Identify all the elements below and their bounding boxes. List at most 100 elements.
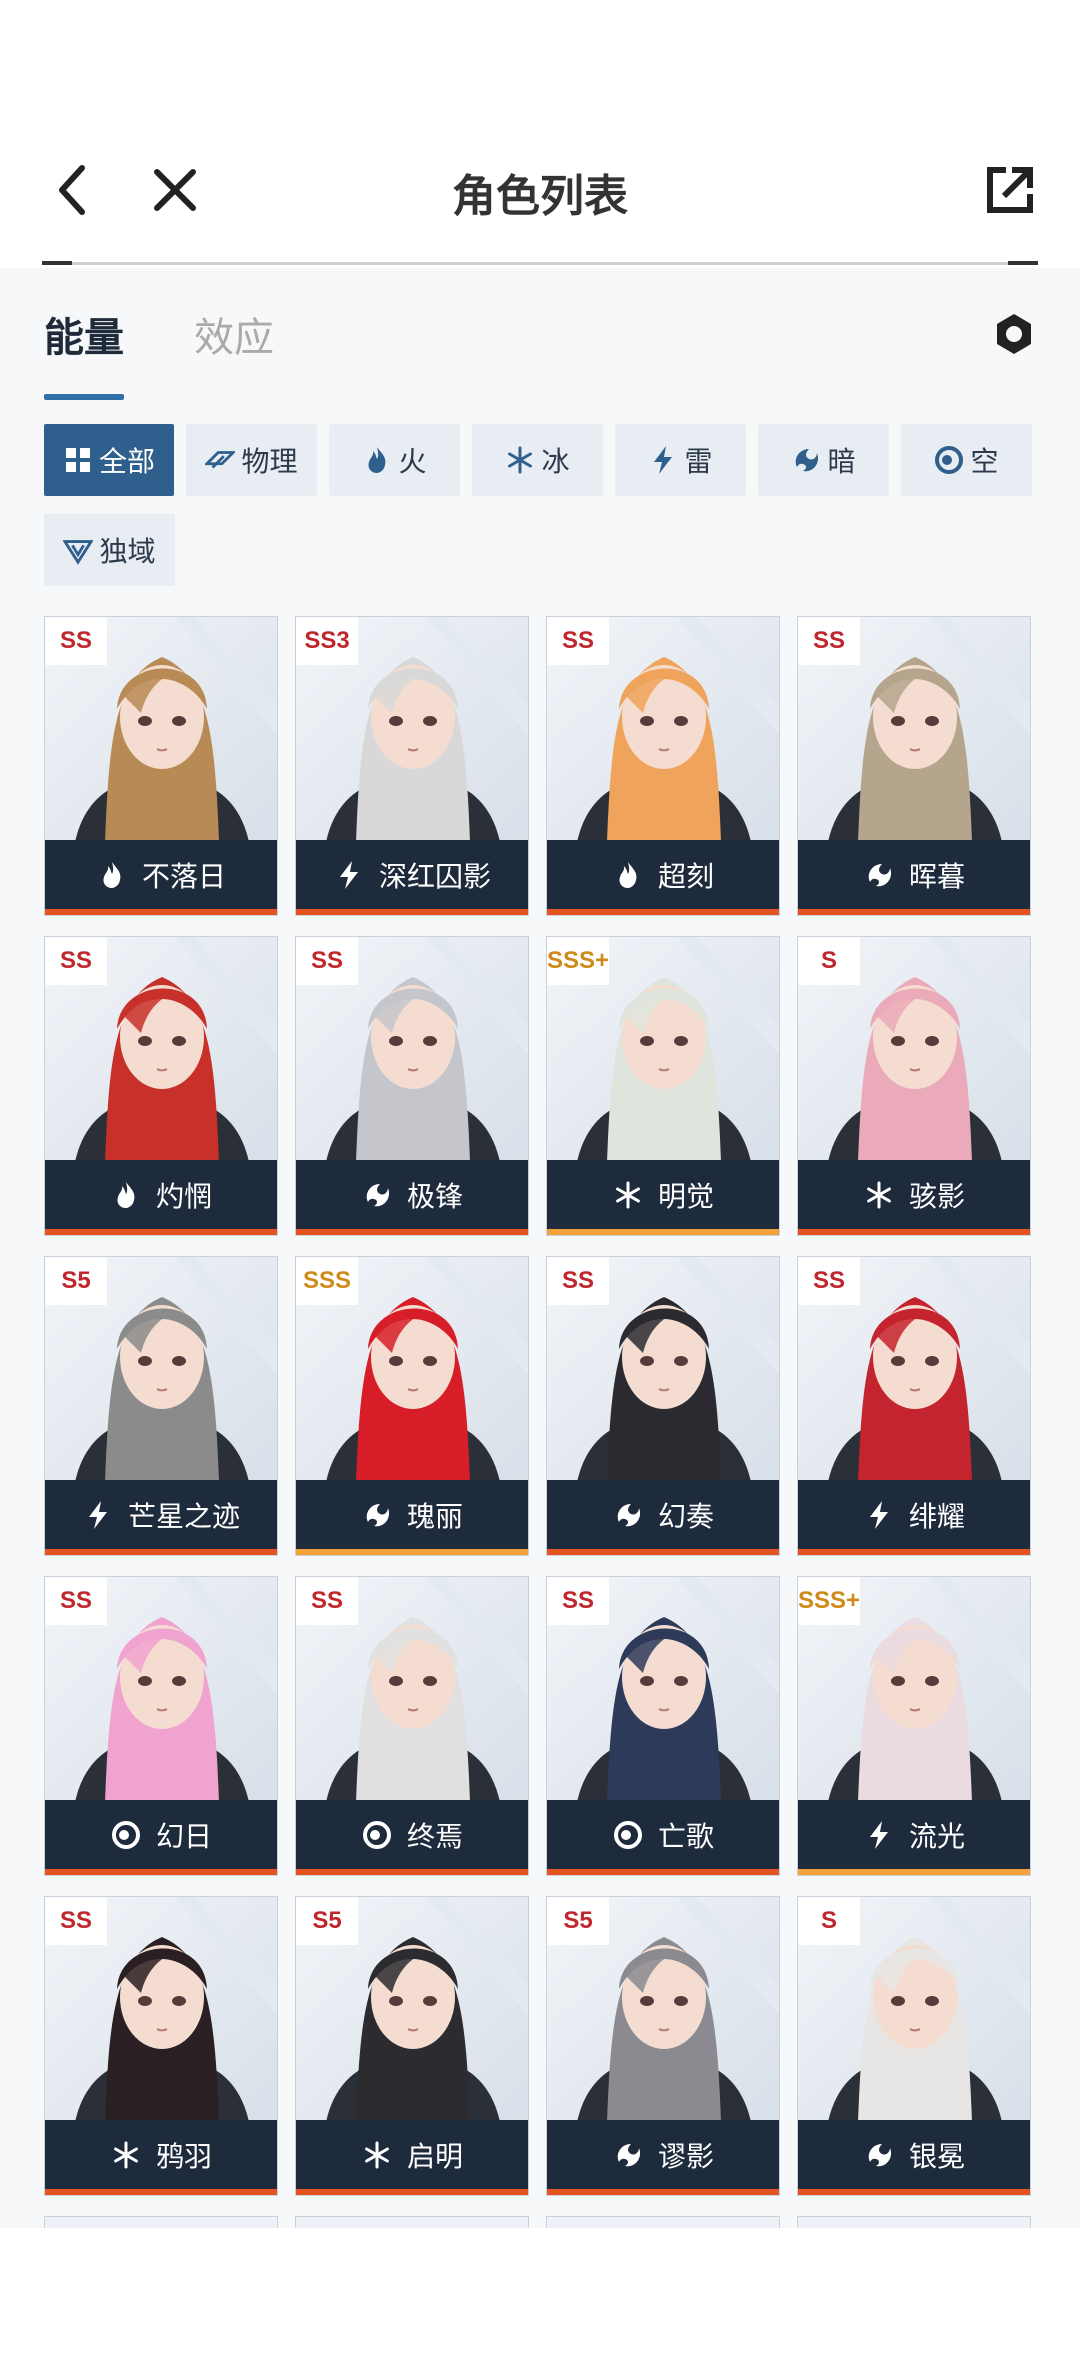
physical-icon bbox=[205, 445, 236, 475]
character-card[interactable]: SSS+ 明觉 bbox=[546, 936, 780, 1236]
hexagon-settings-icon bbox=[997, 314, 1031, 354]
next-row-peek bbox=[44, 2216, 1036, 2228]
tab-effect[interactable]: 效应 bbox=[194, 308, 274, 388]
rarity-bar bbox=[45, 909, 277, 915]
filter-label: 冰 bbox=[541, 445, 570, 478]
filter-chip-7[interactable]: 独域 bbox=[44, 514, 175, 586]
dark-icon bbox=[361, 1499, 393, 1531]
character-card[interactable]: SS3 深红囚影 bbox=[295, 616, 529, 916]
domain-icon bbox=[63, 535, 94, 565]
character-name: 终焉 bbox=[406, 1819, 463, 1853]
fire-icon bbox=[612, 859, 644, 891]
dark-icon bbox=[612, 1499, 644, 1531]
rarity-bar bbox=[547, 909, 779, 915]
character-card[interactable]: S5 启明 bbox=[295, 1896, 529, 2196]
character-name: 深红囚影 bbox=[378, 859, 491, 893]
character-name: 幻奏 bbox=[657, 1499, 714, 1533]
character-name: 晖暮 bbox=[908, 859, 965, 893]
header-divider bbox=[42, 261, 1038, 265]
name-plate: 幻日 bbox=[45, 1800, 277, 1869]
ice-icon bbox=[110, 2139, 142, 2171]
name-plate: 亡歌 bbox=[547, 1800, 779, 1869]
void-icon bbox=[934, 445, 964, 475]
element-filter-bar: 全部 物理 火 冰 雷 暗 空独域 bbox=[44, 424, 1036, 586]
rank-badge: SS bbox=[45, 1897, 107, 1945]
character-card[interactable]: SS 绯耀 bbox=[797, 1256, 1031, 1556]
thunder-icon bbox=[648, 445, 678, 475]
filter-label: 暗 bbox=[827, 445, 856, 478]
character-grid: SS 不落日 SS3 深红囚影 SS 超刻 SS 晖暮 SS 灼惘 SS 极锋 … bbox=[44, 616, 1036, 2196]
rank-badge: S5 bbox=[547, 1897, 609, 1945]
character-card[interactable]: SS 终焉 bbox=[295, 1576, 529, 1876]
name-plate: 启明 bbox=[296, 2120, 528, 2189]
rank-badge: S bbox=[798, 1897, 860, 1945]
filter-label: 雷 bbox=[684, 445, 713, 478]
name-plate: 芒星之迹 bbox=[45, 1480, 277, 1549]
ice-icon bbox=[361, 2139, 393, 2171]
thunder-icon bbox=[863, 1499, 895, 1531]
character-card[interactable]: SS 鸦羽 bbox=[44, 1896, 278, 2196]
character-card[interactable]: SS 灼惘 bbox=[44, 936, 278, 1236]
name-plate: 幻奏 bbox=[547, 1480, 779, 1549]
character-card[interactable]: SS 亡歌 bbox=[546, 1576, 780, 1876]
rank-badge: S5 bbox=[45, 1257, 107, 1305]
rarity-bar bbox=[798, 1869, 1030, 1875]
filter-chip-2[interactable]: 火 bbox=[329, 424, 460, 496]
share-button[interactable] bbox=[970, 150, 1050, 230]
dark-icon bbox=[361, 1179, 393, 1211]
void-icon bbox=[110, 1819, 142, 1851]
filter-chip-3[interactable]: 冰 bbox=[472, 424, 603, 496]
rarity-bar bbox=[547, 2189, 779, 2195]
top-bar: 角色列表 bbox=[0, 130, 1080, 265]
name-plate: 鸦羽 bbox=[45, 2120, 277, 2189]
external-link-icon bbox=[987, 167, 1033, 213]
character-card[interactable]: SSS+ 流光 bbox=[797, 1576, 1031, 1876]
character-card[interactable]: S 骇影 bbox=[797, 936, 1031, 1236]
grid-icon bbox=[63, 445, 93, 475]
rarity-bar bbox=[798, 2189, 1030, 2195]
rank-badge: SSS bbox=[296, 1257, 358, 1305]
character-card[interactable]: SS 超刻 bbox=[546, 616, 780, 916]
thunder-icon bbox=[82, 1499, 114, 1531]
character-card[interactable]: SS 极锋 bbox=[295, 936, 529, 1236]
thunder-icon bbox=[863, 1819, 895, 1851]
tab-energy[interactable]: 能量 bbox=[44, 308, 124, 400]
character-name: 绯耀 bbox=[908, 1499, 965, 1533]
character-card[interactable]: SS 晖暮 bbox=[797, 616, 1031, 916]
character-name: 超刻 bbox=[657, 859, 714, 893]
rarity-bar bbox=[45, 1549, 277, 1555]
character-card[interactable]: SS 幻奏 bbox=[546, 1256, 780, 1556]
rank-badge: SS bbox=[296, 1577, 358, 1625]
content-panel: 能量 效应 全部 物理火 冰 雷 暗 空独域 SS 不落日 SS3 深红囚影 SS 超刻… bbox=[0, 268, 1080, 2228]
filter-chip-6[interactable]: 空 bbox=[901, 424, 1032, 496]
character-name: 谬影 bbox=[657, 2139, 714, 2173]
card-peek bbox=[44, 2216, 278, 2228]
rarity-bar bbox=[45, 2189, 277, 2195]
character-name: 灼惘 bbox=[155, 1179, 212, 1213]
rank-badge: SS bbox=[547, 1577, 609, 1625]
filter-chip-5[interactable]: 暗 bbox=[758, 424, 889, 496]
character-card[interactable]: SSS 瑰丽 bbox=[295, 1256, 529, 1556]
rank-badge: S5 bbox=[296, 1897, 358, 1945]
character-card[interactable]: S 银冕 bbox=[797, 1896, 1031, 2196]
name-plate: 绯耀 bbox=[798, 1480, 1030, 1549]
character-name: 鸦羽 bbox=[155, 2139, 212, 2173]
rank-badge: SS bbox=[45, 937, 107, 985]
character-card[interactable]: SS 不落日 bbox=[44, 616, 278, 916]
name-plate: 银冕 bbox=[798, 2120, 1030, 2189]
character-card[interactable]: S5 谬影 bbox=[546, 1896, 780, 2196]
name-plate: 晖暮 bbox=[798, 840, 1030, 909]
name-plate: 流光 bbox=[798, 1800, 1030, 1869]
card-peek bbox=[295, 2216, 529, 2228]
void-icon bbox=[361, 1819, 393, 1851]
rarity-bar bbox=[798, 1229, 1030, 1235]
name-plate: 超刻 bbox=[547, 840, 779, 909]
filter-chip-1[interactable]: 物理 bbox=[186, 424, 317, 496]
character-name: 流光 bbox=[908, 1819, 965, 1853]
rarity-bar bbox=[798, 909, 1030, 915]
filter-chip-0[interactable]: 全部 bbox=[44, 424, 174, 496]
settings-button[interactable] bbox=[988, 308, 1040, 360]
filter-chip-4[interactable]: 雷 bbox=[615, 424, 746, 496]
character-card[interactable]: SS 幻日 bbox=[44, 1576, 278, 1876]
character-card[interactable]: S5 芒星之迹 bbox=[44, 1256, 278, 1556]
